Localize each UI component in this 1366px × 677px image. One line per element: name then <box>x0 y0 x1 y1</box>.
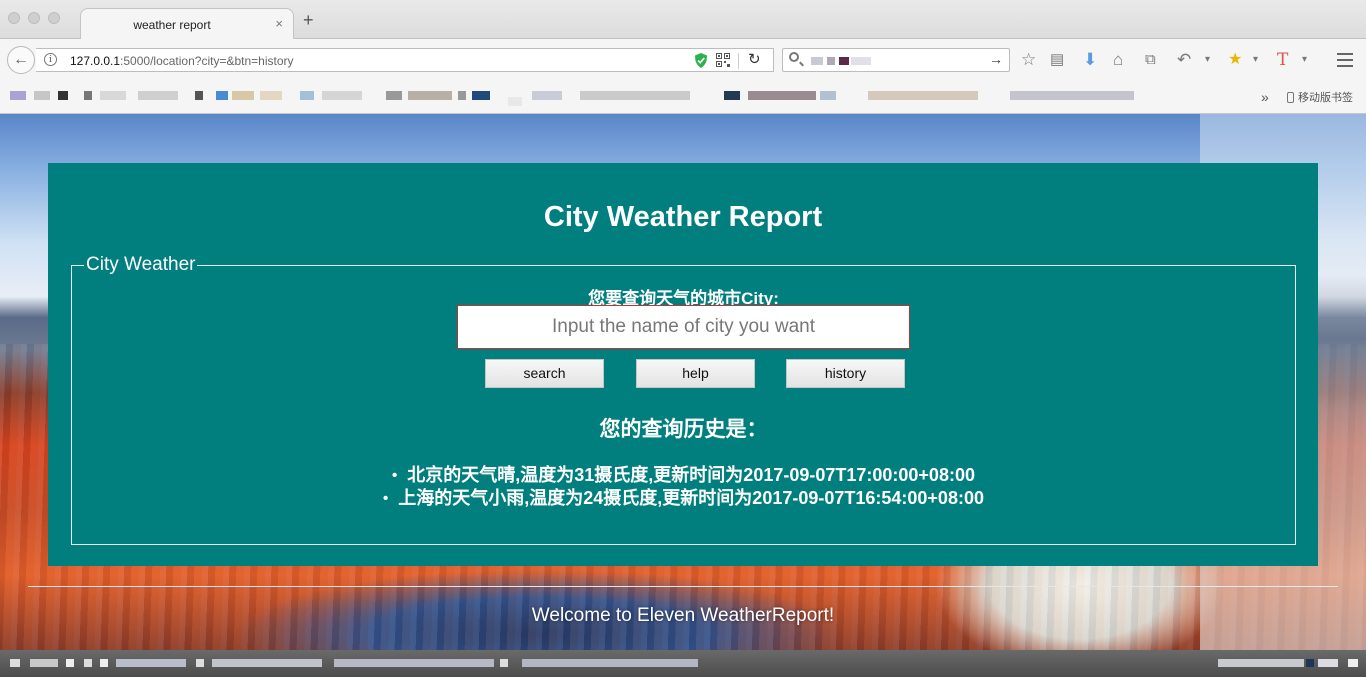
url-host: 127.0.0.1 <box>70 54 121 68</box>
extension-icon[interactable]: ★ <box>1228 50 1242 70</box>
shield-icon[interactable] <box>694 53 708 68</box>
status-item <box>196 659 204 667</box>
blurred-search-text <box>811 57 823 65</box>
star-icon[interactable]: ☆ <box>1021 50 1036 70</box>
download-icon[interactable]: ⬇ <box>1083 50 1097 70</box>
bookmark-item[interactable] <box>232 91 254 100</box>
history-item: 北京的天气晴,温度为31摄氏度,更新时间为2017-09-07T17:00:00… <box>72 464 1295 487</box>
home-icon[interactable]: ⌂ <box>1113 50 1123 70</box>
footer-divider <box>28 586 1338 587</box>
reader-icon[interactable]: ▤ <box>1050 50 1064 70</box>
bookmark-item[interactable] <box>724 91 740 100</box>
page-viewport: City Weather Report City Weather 您要查询天气的… <box>0 114 1366 650</box>
history-item: 上海的天气小雨,温度为24摄氏度,更新时间为2017-09-07T16:54:0… <box>72 487 1295 510</box>
text-icon[interactable]: T <box>1277 50 1288 70</box>
history-title: 您的查询历史是： <box>599 418 768 441</box>
url-text[interactable]: 127.0.0.1:5000/location?city=&btn=histor… <box>70 54 294 68</box>
close-window-button[interactable] <box>8 12 20 24</box>
tab-title: weather report <box>133 18 211 32</box>
url-path: :5000/location?city=&btn=history <box>120 54 294 68</box>
bookmark-item[interactable] <box>820 91 836 100</box>
bookmarks-toolbar: » 移动版书签 <box>0 83 1366 114</box>
site-info-icon[interactable]: i <box>44 53 57 66</box>
footer-welcome: Welcome to Eleven WeatherReport! <box>531 605 835 626</box>
tab-bar: weather report × + <box>0 0 1366 39</box>
status-item <box>84 659 92 667</box>
tab-close-icon[interactable]: × <box>275 16 283 31</box>
bookmark-item[interactable] <box>138 91 178 100</box>
search-bar[interactable]: → <box>782 48 1010 72</box>
navigation-toolbar: ← i 127.0.0.1:5000/location?city=&btn=hi… <box>0 39 1366 83</box>
active-tab[interactable]: weather report × <box>80 8 294 39</box>
page-title: City Weather Report <box>543 201 823 233</box>
bookmark-item[interactable] <box>322 91 362 100</box>
phone-icon <box>1287 92 1294 103</box>
search-button[interactable]: search <box>485 359 604 388</box>
status-item <box>1306 659 1314 667</box>
bookmark-item[interactable] <box>216 91 228 100</box>
bookmark-item[interactable] <box>84 91 92 100</box>
status-item <box>334 659 494 667</box>
chevron-down-icon[interactable]: ▾ <box>1253 50 1258 70</box>
undo-icon[interactable]: ↶ <box>1177 50 1191 70</box>
bookmark-item[interactable] <box>868 91 978 100</box>
minimize-window-button[interactable] <box>28 12 40 24</box>
status-item <box>212 659 322 667</box>
bookmark-item[interactable] <box>1010 91 1134 100</box>
bookmark-item[interactable] <box>472 91 490 100</box>
fieldset-legend: City Weather <box>84 253 198 277</box>
mobile-bookmarks-label: 移动版书签 <box>1298 92 1353 104</box>
status-item <box>10 659 20 667</box>
status-item <box>500 659 508 667</box>
bookmark-item[interactable] <box>408 91 452 100</box>
menu-icon[interactable] <box>1337 53 1353 71</box>
bookmark-item[interactable] <box>458 91 466 100</box>
bookmark-item[interactable] <box>508 97 522 106</box>
status-item <box>1348 659 1358 667</box>
bookmarks-overflow-icon[interactable]: » <box>1261 89 1269 105</box>
search-icon <box>789 52 799 62</box>
main-panel: City Weather Report City Weather 您要查询天气的… <box>48 163 1318 566</box>
bookmark-item[interactable] <box>260 91 282 100</box>
back-button[interactable]: ← <box>7 46 35 74</box>
bookmark-item[interactable] <box>58 91 68 100</box>
history-list: 北京的天气晴,温度为31摄氏度,更新时间为2017-09-07T17:00:00… <box>72 464 1295 510</box>
status-item <box>1318 659 1338 667</box>
status-item <box>30 659 58 667</box>
crop-icon[interactable]: ⧉ <box>1145 50 1156 70</box>
help-button[interactable]: help <box>636 359 755 388</box>
chevron-down-icon[interactable]: ▾ <box>1205 50 1210 70</box>
blurred-search-text <box>827 57 835 65</box>
maximize-window-button[interactable] <box>48 12 60 24</box>
bookmark-item[interactable] <box>748 91 816 100</box>
city-weather-fieldset: City Weather 您要查询天气的城市City: search help … <box>71 253 1296 545</box>
status-bar <box>0 650 1366 677</box>
chevron-down-icon[interactable]: ▾ <box>1302 50 1307 70</box>
status-item <box>116 659 186 667</box>
search-go-icon[interactable]: → <box>989 51 1003 67</box>
bookmark-item[interactable] <box>300 91 314 100</box>
bookmark-item[interactable] <box>386 91 402 100</box>
blurred-search-text <box>851 57 871 65</box>
bookmark-item[interactable] <box>34 91 50 100</box>
qr-code-icon[interactable] <box>716 53 730 67</box>
status-item <box>66 659 74 667</box>
status-item <box>100 659 108 667</box>
bookmark-item[interactable] <box>10 91 26 100</box>
bookmark-item[interactable] <box>100 91 126 100</box>
url-separator <box>738 53 739 69</box>
new-tab-button[interactable]: + <box>303 11 314 29</box>
url-bar[interactable]: i 127.0.0.1:5000/location?city=&btn=hist… <box>36 48 774 72</box>
bookmark-item[interactable] <box>532 91 562 100</box>
status-item <box>522 659 698 667</box>
reload-icon[interactable]: ↻ <box>748 50 761 68</box>
mobile-bookmarks[interactable]: 移动版书签 <box>1287 89 1353 105</box>
city-input[interactable] <box>457 305 910 349</box>
blurred-search-text <box>839 57 849 65</box>
bookmark-item[interactable] <box>580 91 690 100</box>
bookmark-item[interactable] <box>195 91 203 100</box>
status-item <box>1218 659 1304 667</box>
history-button[interactable]: history <box>786 359 905 388</box>
